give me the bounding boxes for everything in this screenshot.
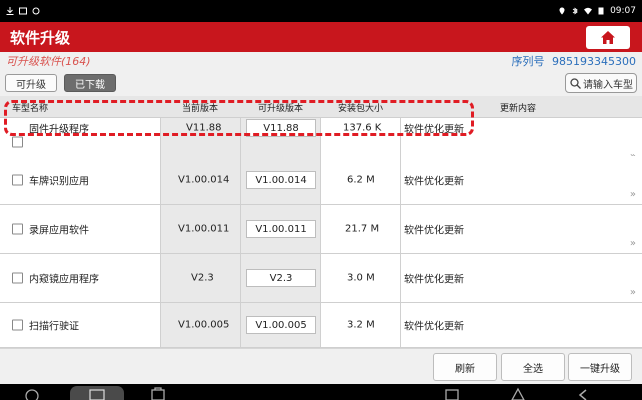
- diagnostic-icon: [89, 389, 105, 400]
- row-name: 内窥镜应用程序: [29, 274, 99, 286]
- page-title: 软件升级: [10, 28, 71, 47]
- row-name: 车牌识别应用: [29, 176, 89, 188]
- row-current-version: V1.00.014: [178, 174, 230, 186]
- row-size: 6.2 M: [347, 174, 375, 186]
- serial-label: 序列号: [511, 55, 545, 68]
- table-row[interactable]: 录屏应用软件 V1.00.011 V1.00.011 21.7 M 软件优化更新…: [0, 205, 642, 254]
- row-upgrade-version: V1.00.014: [246, 171, 316, 189]
- row-upgrade-version: V1.00.005: [246, 316, 316, 334]
- table-row[interactable]: 扫描行驶证 V1.00.005 V1.00.005 3.2 M 软件优化更新: [0, 303, 642, 348]
- app-root: 09:07 软件升级 可升级软件(164) 序列号 985193345300 可…: [0, 0, 642, 400]
- row-content: 软件优化更新: [404, 274, 464, 286]
- location-icon: [559, 7, 565, 15]
- car-icon[interactable]: [24, 387, 40, 400]
- status-bar: 09:07: [0, 0, 642, 22]
- footer-bar: 刷新 全选 一键升级: [0, 348, 642, 384]
- chevron-double-right-icon[interactable]: »: [630, 287, 636, 298]
- wifi-icon: [584, 7, 593, 15]
- image-icon: [19, 7, 27, 15]
- row-checkbox[interactable]: [12, 319, 23, 331]
- navigation-bar: [0, 384, 642, 400]
- home-button[interactable]: [586, 26, 630, 49]
- serial-number-group: 序列号 985193345300: [512, 53, 636, 69]
- highlight-annotation: [4, 100, 474, 136]
- row-size: 3.2 M: [347, 319, 375, 331]
- serial-number: 985193345300: [552, 55, 636, 68]
- row-size: 3.0 M: [347, 272, 375, 284]
- row-content: 软件优化更新: [404, 225, 464, 237]
- row-checkbox[interactable]: [12, 136, 23, 148]
- download-icon: [6, 7, 14, 15]
- active-nav-tab[interactable]: [70, 386, 124, 400]
- search-input[interactable]: 请输入车型: [565, 73, 637, 93]
- row-current-version: V1.00.011: [178, 223, 230, 235]
- search-placeholder: 请输入车型: [583, 79, 633, 91]
- row-name: 录屏应用软件: [29, 225, 89, 237]
- settings-icon: [32, 7, 40, 15]
- chevron-double-right-icon[interactable]: »: [630, 189, 636, 200]
- back-icon[interactable]: [576, 387, 592, 400]
- status-time: 09:07: [610, 6, 636, 16]
- info-row: 可升级软件(164) 序列号 985193345300: [0, 52, 642, 70]
- row-size: 21.7 M: [345, 223, 380, 235]
- one-click-upgrade-button[interactable]: 一键升级: [568, 353, 632, 381]
- home-icon: [601, 31, 615, 44]
- toolbox-icon[interactable]: [150, 387, 166, 400]
- chevron-double-right-icon[interactable]: »: [630, 238, 636, 249]
- tab-downloaded[interactable]: 已下载: [64, 74, 116, 92]
- row-checkbox[interactable]: [12, 174, 23, 186]
- row-upgrade-version: V1.00.011: [246, 220, 316, 238]
- tab-upgradable[interactable]: 可升级: [5, 74, 57, 92]
- row-name: 扫描行驶证: [29, 321, 79, 333]
- title-bar: 软件升级: [0, 22, 642, 52]
- row-current-version: V1.00.005: [178, 319, 230, 331]
- header-update-content: 更新内容: [500, 104, 537, 114]
- row-checkbox[interactable]: [12, 223, 23, 235]
- search-icon: [570, 77, 581, 89]
- refresh-button[interactable]: 刷新: [433, 353, 497, 381]
- row-checkbox[interactable]: [12, 272, 23, 284]
- table-row[interactable]: 内窥镜应用程序 V2.3 V2.3 3.0 M 软件优化更新 »: [0, 254, 642, 303]
- table-row[interactable]: 车牌识别应用 V1.00.014 V1.00.014 6.2 M 软件优化更新 …: [0, 156, 642, 205]
- battery-icon: [598, 7, 604, 15]
- upgradable-count: 可升级软件(164): [6, 55, 91, 68]
- row-upgrade-version: V2.3: [246, 269, 316, 287]
- recent-apps-icon[interactable]: [444, 387, 460, 400]
- tab-row: 可升级 已下载 请输入车型: [0, 70, 642, 96]
- home-nav-icon[interactable]: [510, 387, 526, 400]
- bluetooth-icon: [572, 7, 578, 15]
- row-content: 软件优化更新: [404, 176, 464, 188]
- select-all-button[interactable]: 全选: [501, 353, 565, 381]
- row-content: 软件优化更新: [404, 321, 464, 333]
- row-current-version: V2.3: [191, 272, 214, 284]
